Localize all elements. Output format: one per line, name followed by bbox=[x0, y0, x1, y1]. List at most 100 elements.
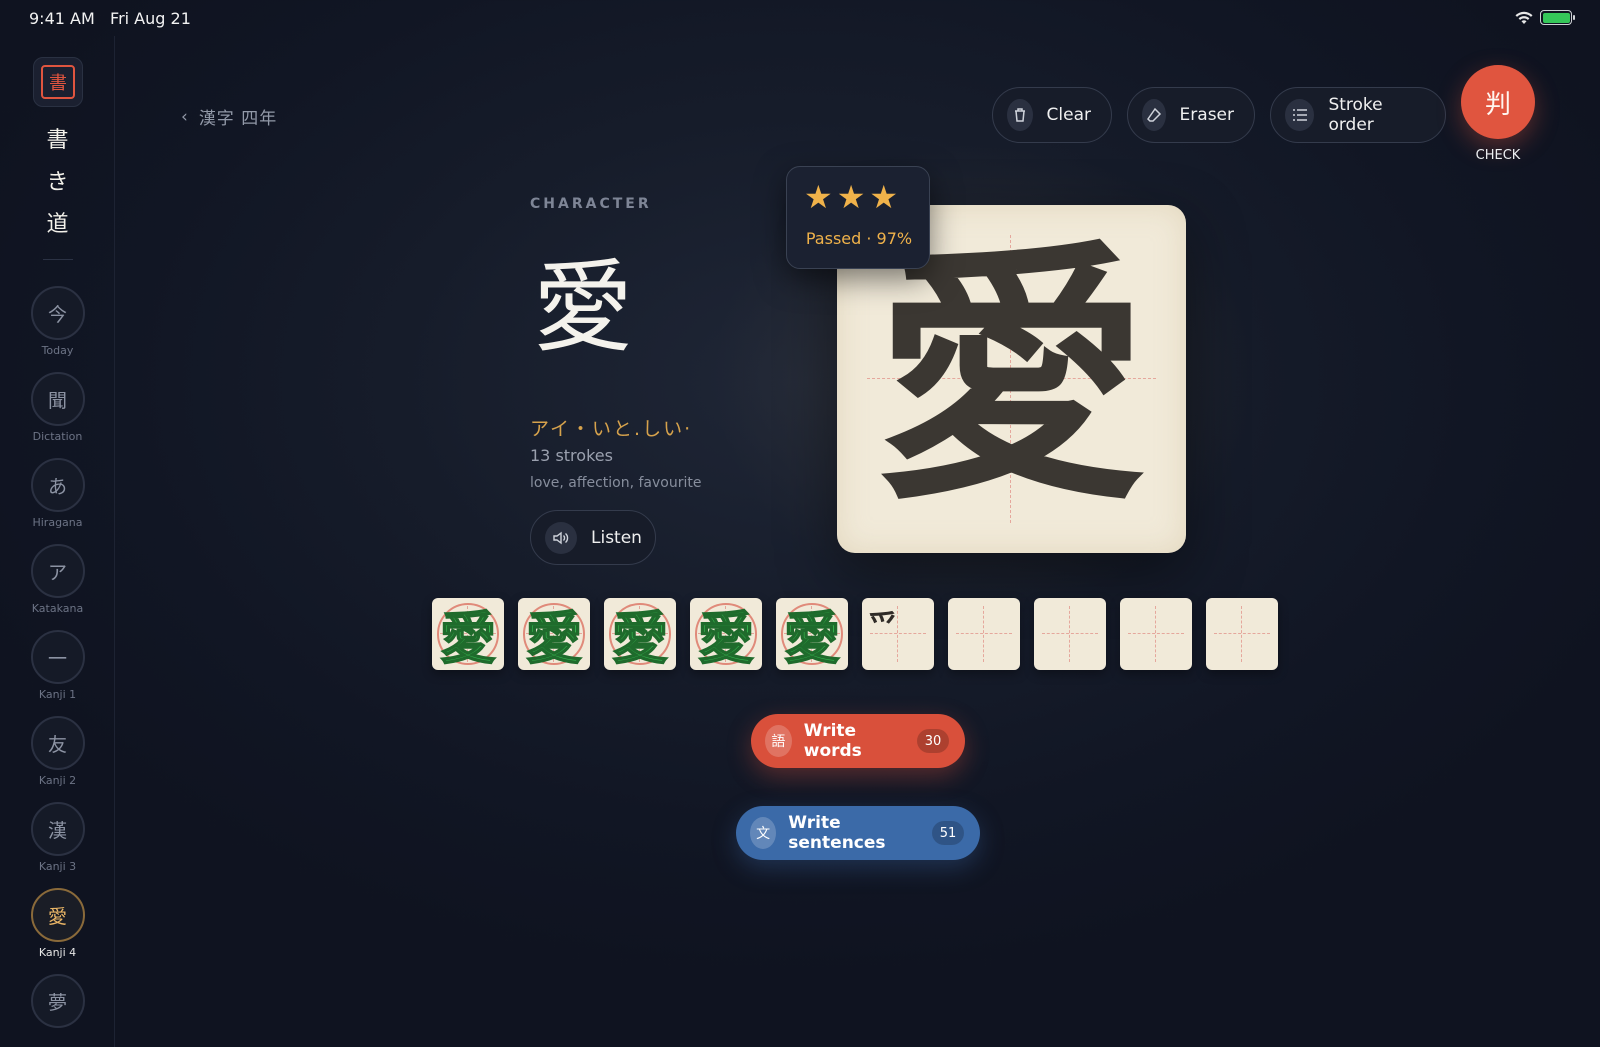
passed-character: 愛 bbox=[697, 606, 755, 670]
app-title-char: 書 bbox=[46, 128, 69, 153]
sidebar-item[interactable]: ア Katakana bbox=[0, 544, 115, 630]
write-words-count: 30 bbox=[917, 729, 949, 753]
cell-guide-vertical bbox=[1241, 606, 1242, 662]
sidebar-item-icon: 夢 bbox=[30, 974, 85, 1028]
cell-guide-horizontal bbox=[1128, 633, 1184, 634]
app-title: 書 き 道 bbox=[0, 122, 115, 238]
sidebar-item[interactable]: あ Hiragana bbox=[0, 458, 115, 544]
sidebar-item-label: Katakana bbox=[31, 602, 84, 615]
sidebar-item[interactable]: 一 Kanji 1 bbox=[0, 630, 115, 716]
app-logo[interactable]: 書 bbox=[33, 57, 83, 107]
practice-cells: 愛愛愛愛愛爫 bbox=[432, 598, 1278, 670]
practice-cell[interactable]: 愛 bbox=[604, 598, 676, 670]
sidebar-item[interactable]: 漢 Kanji 3 bbox=[0, 802, 115, 888]
sentences-icon: 文 bbox=[750, 817, 777, 849]
cell-guide-vertical bbox=[1155, 606, 1156, 662]
passed-character: 愛 bbox=[783, 606, 841, 670]
sidebar-item[interactable]: 夢 bbox=[0, 974, 115, 1047]
character-caption: CHARACTER bbox=[530, 196, 652, 212]
sidebar-item-label: Kanji 3 bbox=[38, 860, 77, 873]
sidebar-item[interactable]: 今 Today bbox=[0, 286, 115, 372]
practice-cell[interactable] bbox=[948, 598, 1020, 670]
sidebar-item-icon: ア bbox=[30, 544, 85, 598]
sidebar-item-icon: 漢 bbox=[30, 802, 85, 856]
wifi-icon bbox=[1515, 11, 1533, 24]
sidebar-item-label: Today bbox=[41, 344, 74, 357]
back-label: 漢字 四年 bbox=[198, 109, 278, 129]
sidebar-item-icon: 聞 bbox=[30, 372, 85, 426]
score-popup: ★ ★ ★ Passed · 97% bbox=[786, 166, 930, 269]
sidebar-item[interactable]: 聞 Dictation bbox=[0, 372, 115, 458]
chevron-left-icon: ‹ bbox=[181, 106, 189, 127]
passed-character: 愛 bbox=[611, 606, 669, 670]
passed-character: 愛 bbox=[525, 606, 583, 670]
app-title-char: 道 bbox=[46, 212, 69, 237]
practice-cell[interactable]: 愛 bbox=[518, 598, 590, 670]
sidebar-item[interactable]: 友 Kanji 2 bbox=[0, 716, 115, 802]
cell-guide-vertical bbox=[983, 606, 984, 662]
cell-guide-horizontal bbox=[1042, 633, 1098, 634]
write-words-label: Write words bbox=[803, 721, 862, 761]
brush-seal-icon: 書 bbox=[41, 65, 75, 99]
practice-cell[interactable] bbox=[1206, 598, 1278, 670]
eraser-icon bbox=[1142, 99, 1166, 131]
sidebar-item-icon: 一 bbox=[30, 630, 85, 684]
write-sentences-label: Write sentences bbox=[788, 813, 886, 853]
stroke-order-label: Stroke order bbox=[1328, 95, 1383, 135]
write-sentences-count: 51 bbox=[932, 821, 964, 845]
sidebar-item-icon: 友 bbox=[30, 716, 85, 770]
star-icon: ★ bbox=[869, 178, 899, 216]
cell-guide-vertical bbox=[1069, 606, 1070, 662]
cell-guide-horizontal bbox=[956, 633, 1012, 634]
character-meaning: love, affection, favourite bbox=[530, 475, 702, 491]
battery-icon bbox=[1540, 10, 1575, 25]
sidebar-item-label: Kanji 1 bbox=[38, 688, 77, 701]
back-link[interactable]: ‹ 漢字 四年 bbox=[181, 104, 278, 130]
write-words-button[interactable]: 語 Write words 30 bbox=[751, 714, 965, 768]
star-icon: ★ bbox=[836, 178, 866, 216]
sidebar: 書 書 き 道 今 Today 聞 Dictation あ Hiragana ア Kataka… bbox=[0, 36, 115, 1047]
sidebar-item-label: Kanji 4 bbox=[38, 946, 77, 959]
eraser-label: Eraser bbox=[1179, 105, 1234, 125]
cell-guide-horizontal bbox=[1214, 633, 1270, 634]
clear-button[interactable]: Clear bbox=[992, 87, 1112, 143]
sidebar-item-icon: あ bbox=[30, 458, 85, 512]
write-sentences-button[interactable]: 文 Write sentences 51 bbox=[736, 806, 980, 860]
check-button[interactable]: 判 bbox=[1461, 65, 1535, 139]
practice-cell[interactable]: 愛 bbox=[432, 598, 504, 670]
stroke-order-button[interactable]: Stroke order bbox=[1270, 87, 1446, 143]
sidebar-item[interactable]: 愛 Kanji 4 bbox=[0, 888, 115, 974]
practice-cell[interactable]: 爫 bbox=[862, 598, 934, 670]
sidebar-divider bbox=[43, 259, 73, 260]
practice-cell[interactable] bbox=[1034, 598, 1106, 670]
words-icon: 語 bbox=[765, 725, 792, 757]
trash-icon bbox=[1007, 99, 1033, 131]
character-reading: アイ・いと.しい· bbox=[530, 418, 693, 440]
star-icon: ★ bbox=[804, 178, 833, 216]
stroke-count: 13 strokes bbox=[530, 446, 613, 465]
practice-cell[interactable]: 愛 bbox=[776, 598, 848, 670]
listen-label: Listen bbox=[591, 527, 642, 548]
sidebar-item-label: Dictation bbox=[32, 430, 83, 443]
character-kanji: 愛 bbox=[533, 249, 633, 366]
practice-cell[interactable] bbox=[1120, 598, 1192, 670]
sidebar-item-icon: 愛 bbox=[30, 888, 85, 942]
listen-button[interactable]: Listen bbox=[530, 510, 656, 565]
clear-label: Clear bbox=[1046, 105, 1091, 125]
eraser-button[interactable]: Eraser bbox=[1127, 87, 1255, 143]
speaker-icon bbox=[545, 521, 577, 554]
passed-character: 愛 bbox=[439, 606, 497, 670]
sidebar-item-icon: 今 bbox=[30, 286, 85, 340]
list-icon bbox=[1285, 99, 1315, 131]
check-label: CHECK bbox=[1475, 148, 1521, 163]
sidebar-item-label: Kanji 2 bbox=[38, 774, 77, 787]
partial-strokes: 爫 bbox=[868, 610, 898, 645]
status-time: 9:41 AM Fri Aug 21 bbox=[29, 9, 191, 28]
status-indicators bbox=[1514, 10, 1575, 25]
practice-cell[interactable]: 愛 bbox=[690, 598, 762, 670]
app-title-char: き bbox=[46, 170, 69, 195]
status-bar: 9:41 AM Fri Aug 21 bbox=[0, 0, 1600, 36]
sidebar-item-label: Hiragana bbox=[32, 516, 83, 529]
star-rating: ★ ★ ★ bbox=[804, 181, 898, 213]
clock: 9:41 AM bbox=[29, 9, 95, 28]
